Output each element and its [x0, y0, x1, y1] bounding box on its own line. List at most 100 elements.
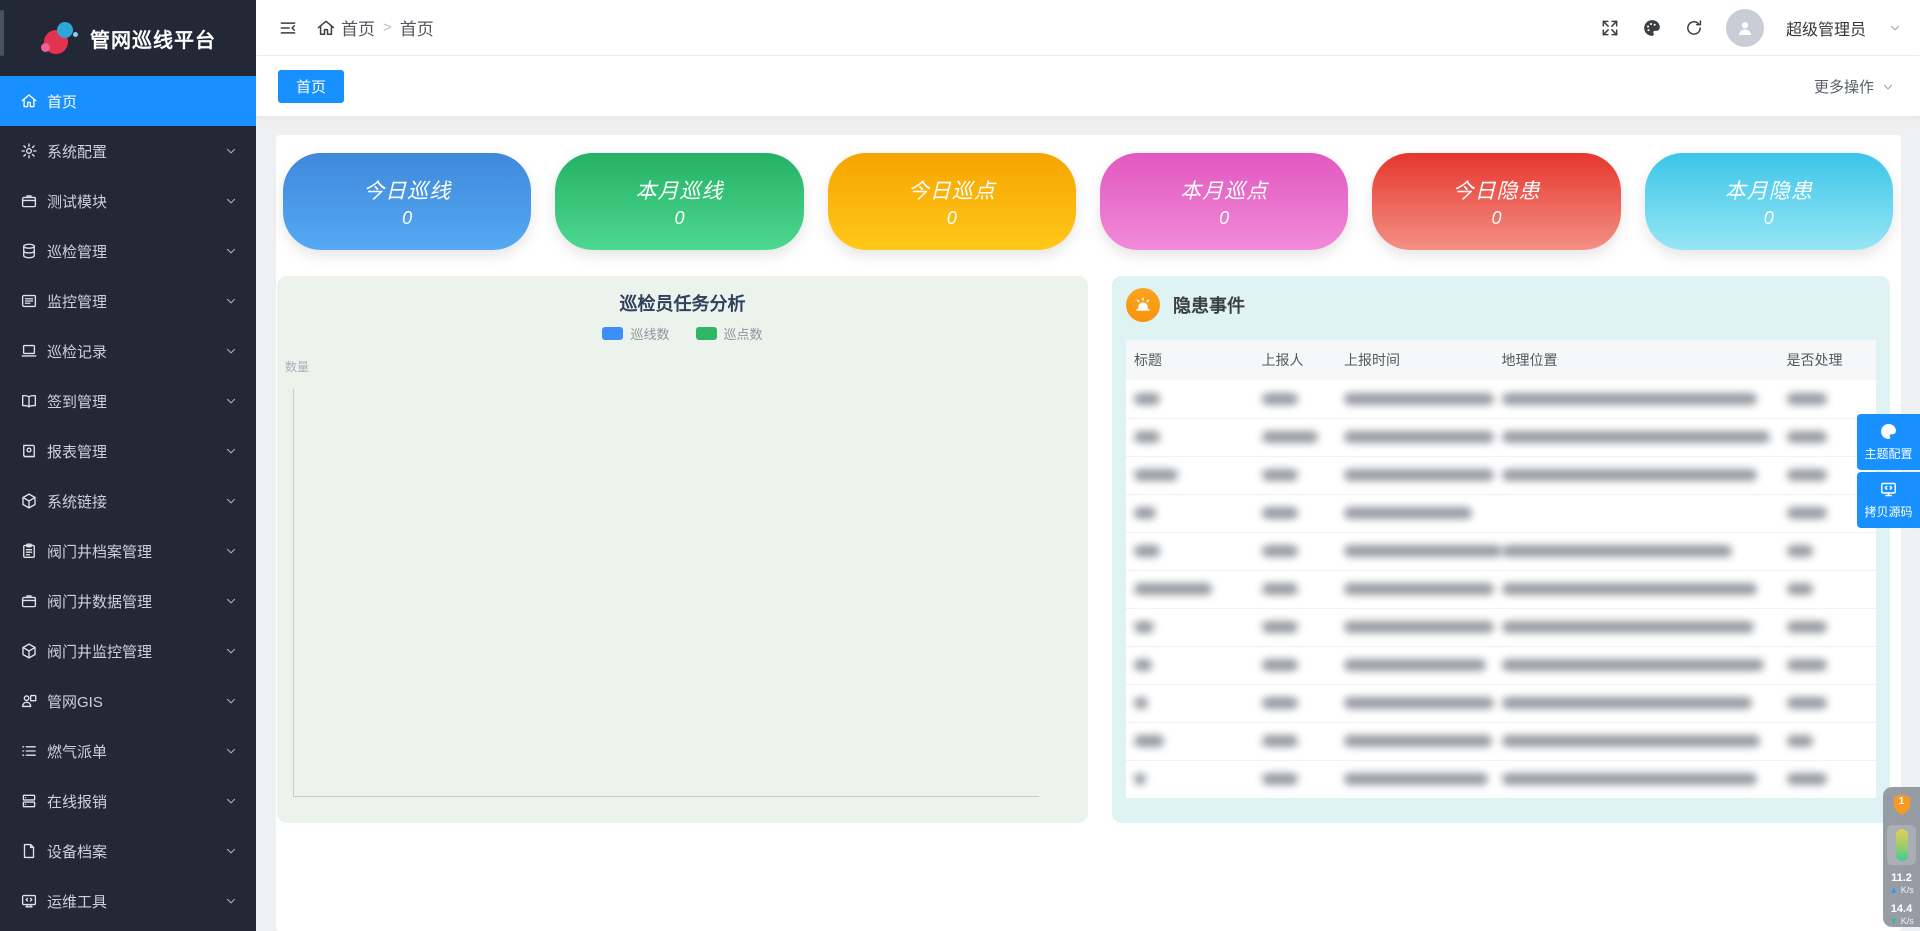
stat-card-value: 0 — [1764, 208, 1774, 229]
chevron-down-icon — [224, 544, 238, 558]
sidebar-item-label: 管网GIS — [47, 691, 224, 712]
table-row[interactable] — [1126, 570, 1876, 608]
column-header-是否处理: 是否处理 — [1779, 340, 1877, 380]
sidebar-item-label: 阀门井监控管理 — [47, 641, 224, 662]
tabbar: 首页 更多操作 — [256, 56, 1920, 117]
legend-label: 巡线数 — [630, 324, 669, 343]
blurred-cell-content — [1344, 469, 1494, 481]
blurred-cell-content — [1344, 697, 1494, 709]
main-area: 首页 > 首页 超级管理员 首页 更多操作 今日巡线0本月巡线0今日巡点0本月巡… — [256, 0, 1920, 931]
sidebar-item-在线报销[interactable]: 在线报销 — [0, 776, 256, 826]
blurred-cell-content — [1502, 773, 1757, 785]
blurred-cell-content — [1262, 735, 1298, 747]
blurred-cell-content — [1134, 773, 1146, 785]
sidebar-item-巡检管理[interactable]: 巡检管理 — [0, 226, 256, 276]
table-row[interactable] — [1126, 380, 1876, 418]
sidebar-item-运维工具[interactable]: 运维工具 — [0, 876, 256, 926]
float-button-拷贝源码[interactable]: 拷贝源码 — [1857, 472, 1920, 528]
blurred-cell-content — [1262, 773, 1298, 785]
sidebar-item-label: 系统配置 — [47, 141, 224, 162]
sidebar-item-管网GIS[interactable]: 管网GIS — [0, 676, 256, 726]
blurred-cell-content — [1787, 507, 1827, 519]
home-icon — [316, 18, 335, 37]
float-button-主题配置[interactable]: 主题配置 — [1857, 414, 1920, 470]
arrow-up-icon: ▲ — [1889, 885, 1898, 895]
chevron-down-icon — [224, 394, 238, 408]
briefcase-icon — [20, 192, 38, 210]
stat-card-value: 0 — [1219, 208, 1229, 229]
sidebar-item-阀门井数据管理[interactable]: 阀门井数据管理 — [0, 576, 256, 626]
table-row[interactable] — [1126, 418, 1876, 456]
tab-home[interactable]: 首页 — [278, 70, 344, 103]
chevron-down-icon — [224, 444, 238, 458]
breadcrumb-home[interactable]: 首页 — [316, 15, 375, 40]
app-title: 管网巡线平台 — [90, 24, 216, 53]
blurred-cell-content — [1502, 583, 1757, 595]
sidebar-collapse-icon[interactable] — [278, 18, 298, 38]
avatar[interactable] — [1726, 9, 1764, 47]
sidebar-item-系统链接[interactable]: 系统链接 — [0, 476, 256, 526]
book-open-icon — [20, 392, 38, 410]
sidebar-item-label: 阀门井档案管理 — [47, 541, 224, 562]
app-logo-icon — [40, 18, 80, 58]
sidebar-item-阀门井监控管理[interactable]: 阀门井监控管理 — [0, 626, 256, 676]
column-header-上报人: 上报人 — [1254, 340, 1337, 380]
blurred-cell-content — [1787, 583, 1813, 595]
stat-card-label: 今日巡点 — [908, 175, 996, 205]
sidebar-item-监控管理[interactable]: 监控管理 — [0, 276, 256, 326]
chart-panel: 巡检员任务分析 巡线数 巡点数 数量 — [277, 276, 1088, 823]
net-speed-widget[interactable]: 1 11.2 ▲ K/s 14.4 ▼ K/s — [1883, 787, 1920, 927]
sidebar-item-label: 设备档案 — [47, 841, 224, 862]
stat-card-value: 0 — [402, 208, 412, 229]
blurred-cell-content — [1502, 735, 1760, 747]
legend-item[interactable]: 巡点数 — [696, 324, 763, 343]
sidebar-item-测试模块[interactable]: 测试模块 — [0, 176, 256, 226]
chart-y-axis-label: 数量 — [285, 358, 309, 375]
user-map-icon — [20, 692, 38, 710]
upload-speed-unit: K/s — [1901, 885, 1914, 895]
table-row[interactable] — [1126, 494, 1876, 532]
table-row[interactable] — [1126, 646, 1876, 684]
chevron-down-icon — [224, 344, 238, 358]
user-menu-chevron-icon[interactable] — [1888, 21, 1902, 35]
table-row[interactable] — [1126, 760, 1876, 798]
sidebar-item-签到管理[interactable]: 签到管理 — [0, 376, 256, 426]
blurred-cell-content — [1134, 393, 1160, 405]
sidebar-item-报表管理[interactable]: 报表管理 — [0, 426, 256, 476]
fullscreen-icon[interactable] — [1600, 18, 1620, 38]
float-button-stack: 主题配置 拷贝源码 — [1857, 414, 1920, 528]
column-header-地理位置: 地理位置 — [1494, 340, 1779, 380]
hazard-events-panel: 隐患事件 标题上报人上报时间地理位置是否处理 — [1112, 276, 1890, 823]
table-row[interactable] — [1126, 722, 1876, 760]
table-row[interactable] — [1126, 684, 1876, 722]
briefcase-icon — [20, 592, 38, 610]
table-row[interactable] — [1126, 608, 1876, 646]
theme-palette-icon[interactable] — [1642, 18, 1662, 38]
sidebar-item-燃气派单[interactable]: 燃气派单 — [0, 726, 256, 776]
chevron-down-icon — [224, 794, 238, 808]
sidebar-item-阀门井档案管理[interactable]: 阀门井档案管理 — [0, 526, 256, 576]
table-row[interactable] — [1126, 532, 1876, 570]
more-operations-button[interactable]: 更多操作 — [1814, 76, 1894, 97]
hazard-panel-title: 隐患事件 — [1173, 292, 1245, 318]
sidebar-item-系统配置[interactable]: 系统配置 — [0, 126, 256, 176]
sidebar-item-label: 巡检管理 — [47, 241, 224, 262]
refresh-icon[interactable] — [1684, 18, 1704, 38]
sidebar-item-巡检记录[interactable]: 巡检记录 — [0, 326, 256, 376]
blurred-cell-content — [1134, 583, 1212, 595]
blurred-cell-content — [1787, 773, 1827, 785]
user-name[interactable]: 超级管理员 — [1786, 16, 1866, 40]
stat-cards-row: 今日巡线0本月巡线0今日巡点0本月巡点0今日隐患0本月隐患0 — [282, 153, 1894, 250]
sidebar-item-首页[interactable]: 首页 — [0, 76, 256, 126]
sidebar-item-label: 首页 — [47, 91, 238, 112]
sidebar-scrollbar[interactable] — [0, 10, 4, 56]
blurred-cell-content — [1502, 621, 1754, 633]
breadcrumb-current: 首页 — [400, 15, 434, 40]
table-row[interactable] — [1126, 456, 1876, 494]
sidebar-item-设备档案[interactable]: 设备档案 — [0, 826, 256, 876]
blurred-cell-content — [1262, 469, 1298, 481]
blurred-cell-content — [1787, 431, 1827, 443]
legend-item[interactable]: 巡线数 — [602, 324, 669, 343]
float-button-label: 拷贝源码 — [1864, 503, 1912, 520]
blurred-cell-content — [1502, 393, 1757, 405]
